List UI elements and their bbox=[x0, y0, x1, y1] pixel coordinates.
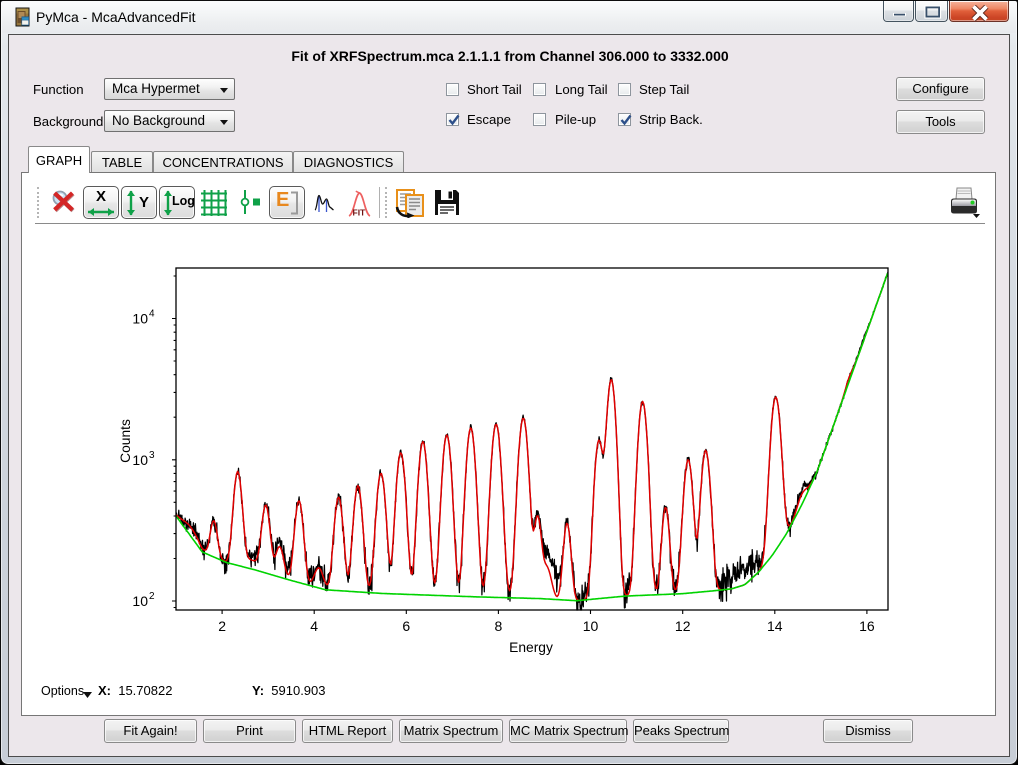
svg-text:FIT: FIT bbox=[353, 208, 367, 218]
